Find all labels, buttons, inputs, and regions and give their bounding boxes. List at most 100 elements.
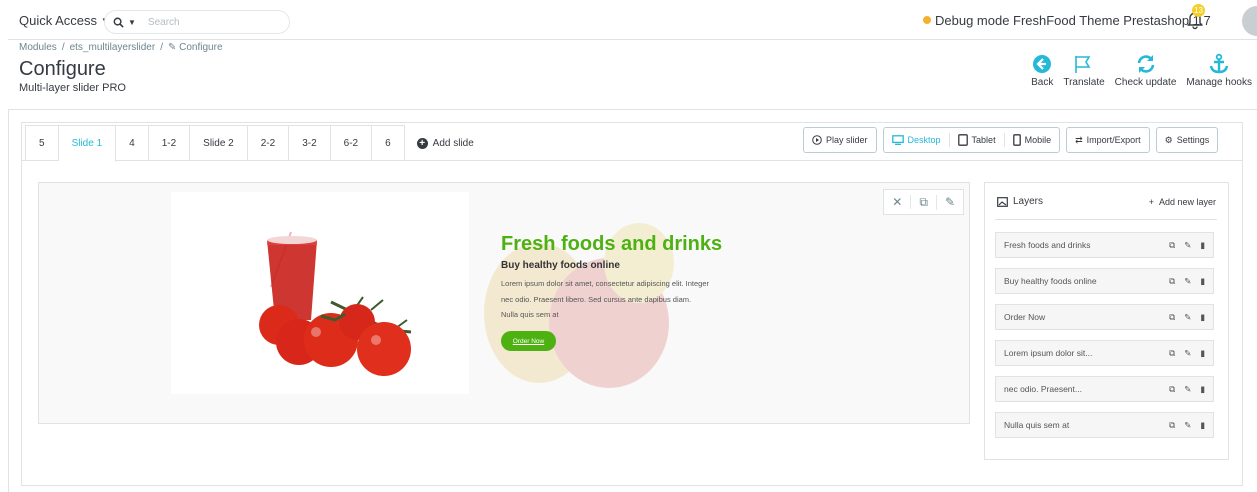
search-caret-icon[interactable]: ▼ bbox=[128, 18, 136, 27]
layer-item[interactable]: Buy healthy foods online ⧉ ✎ ▮ bbox=[995, 268, 1214, 294]
copy-icon[interactable]: ⧉ bbox=[1169, 276, 1175, 287]
slide-heading[interactable]: Fresh foods and drinks bbox=[501, 233, 722, 256]
copy-icon[interactable]: ⧉ bbox=[911, 194, 937, 210]
notification-badge: 13 bbox=[1192, 4, 1205, 17]
manage-hooks-label: Manage hooks bbox=[1186, 77, 1252, 88]
copy-icon[interactable]: ⧉ bbox=[1169, 348, 1175, 359]
tab-slide-1[interactable]: Slide 1 bbox=[58, 125, 117, 162]
slide-tabs: 5 Slide 1 4 1-2 Slide 2 2-2 3-2 6-2 6 + … bbox=[25, 123, 486, 162]
layer-item[interactable]: Fresh foods and drinks ⧉ ✎ ▮ bbox=[995, 232, 1214, 258]
breadcrumb-module-name[interactable]: ets_multilayerslider bbox=[70, 42, 156, 53]
trash-icon[interactable]: ▮ bbox=[1200, 348, 1205, 359]
settings-button[interactable]: ⚙ Settings bbox=[1155, 127, 1219, 153]
add-new-layer-button[interactable]: + Add new layer bbox=[1149, 197, 1216, 207]
trash-icon[interactable]: ▮ bbox=[1200, 312, 1205, 323]
layer-item[interactable]: Order Now ⧉ ✎ ▮ bbox=[995, 304, 1214, 330]
layers-panel: Layers + Add new layer Fresh foods and d… bbox=[984, 182, 1229, 460]
editor-actions: Play slider Desktop Tablet Mobile ⇄ Impo… bbox=[803, 127, 1219, 153]
trash-icon[interactable]: ▮ bbox=[1200, 420, 1205, 431]
desktop-label: Desktop bbox=[907, 135, 941, 145]
image-icon bbox=[997, 196, 1008, 207]
copy-icon[interactable]: ⧉ bbox=[1169, 420, 1175, 431]
slide-text-line-1[interactable]: Lorem ipsum dolor sit amet, consectetur … bbox=[501, 279, 761, 288]
mobile-icon bbox=[1012, 134, 1021, 146]
play-slider-button[interactable]: Play slider bbox=[803, 127, 877, 153]
close-icon[interactable]: ✕ bbox=[884, 195, 912, 209]
pencil-icon[interactable]: ✎ bbox=[937, 195, 963, 209]
check-update-label: Check update bbox=[1114, 77, 1177, 88]
tablet-button[interactable]: Tablet bbox=[950, 133, 1005, 147]
page-title: Configure bbox=[19, 58, 106, 80]
device-switcher: Desktop Tablet Mobile bbox=[882, 127, 1061, 153]
pencil-icon[interactable]: ✎ bbox=[1184, 312, 1191, 323]
quick-access-menu[interactable]: Quick Access ▼ bbox=[19, 13, 109, 28]
page-toolbar: Back Translate Check update Manage hooks bbox=[1026, 51, 1257, 88]
layer-label: nec odio. Praesent... bbox=[1004, 384, 1082, 394]
trash-icon[interactable]: ▮ bbox=[1200, 240, 1205, 251]
tab-6[interactable]: 6 bbox=[372, 125, 405, 161]
back-arrow-icon bbox=[1033, 55, 1052, 73]
tab-6-2[interactable]: 6-2 bbox=[330, 125, 373, 161]
layers-divider bbox=[995, 219, 1217, 220]
flag-icon bbox=[1075, 56, 1091, 73]
tablet-icon bbox=[957, 134, 968, 146]
check-update-button[interactable]: Check update bbox=[1110, 51, 1182, 88]
breadcrumb-separator: / bbox=[61, 42, 65, 53]
manage-hooks-button[interactable]: Manage hooks bbox=[1181, 51, 1257, 88]
avatar[interactable] bbox=[1242, 6, 1257, 36]
layer-item[interactable]: Nulla quis sem at ⧉ ✎ ▮ bbox=[995, 412, 1214, 438]
layer-label: Fresh foods and drinks bbox=[1004, 240, 1091, 250]
slide-text-line-3[interactable]: Nulla quis sem at bbox=[501, 310, 761, 319]
desktop-icon bbox=[891, 135, 904, 145]
mobile-button[interactable]: Mobile bbox=[1005, 133, 1060, 147]
tab-1-2[interactable]: 1-2 bbox=[148, 125, 191, 161]
anchor-icon bbox=[1210, 53, 1229, 74]
breadcrumb-modules[interactable]: Modules bbox=[19, 42, 57, 53]
top-header: Quick Access ▼ ▼ Debug mode FreshFood Th… bbox=[8, 0, 1257, 40]
search-bar[interactable]: ▼ bbox=[104, 10, 290, 34]
search-icon[interactable] bbox=[113, 17, 124, 28]
play-circle-icon bbox=[812, 135, 822, 145]
trash-icon[interactable]: ▮ bbox=[1200, 276, 1205, 287]
trash-icon[interactable]: ▮ bbox=[1200, 384, 1205, 395]
back-label: Back bbox=[1031, 77, 1054, 88]
pencil-icon[interactable]: ✎ bbox=[1184, 348, 1191, 359]
order-now-button[interactable]: Order Now bbox=[501, 331, 556, 351]
copy-icon[interactable]: ⧉ bbox=[1169, 384, 1175, 395]
layers-title: Layers bbox=[1013, 196, 1044, 207]
import-export-label: Import/Export bbox=[1086, 135, 1141, 145]
tab-3-2[interactable]: 3-2 bbox=[289, 125, 331, 161]
slider-editor-panel: 5 Slide 1 4 1-2 Slide 2 2-2 3-2 6-2 6 + … bbox=[21, 122, 1243, 486]
tab-5[interactable]: 5 bbox=[25, 125, 59, 161]
plus-icon: + bbox=[1148, 197, 1154, 207]
copy-icon[interactable]: ⧉ bbox=[1169, 240, 1175, 251]
breadcrumb-configure[interactable]: ✎ Configure bbox=[168, 42, 223, 53]
tab-2-2[interactable]: 2-2 bbox=[247, 125, 290, 161]
back-button[interactable]: Back bbox=[1026, 51, 1058, 88]
tomato-juice-image bbox=[171, 192, 469, 394]
debug-mode-label[interactable]: Debug mode bbox=[935, 13, 1009, 28]
import-export-button[interactable]: ⇄ Import/Export bbox=[1066, 127, 1150, 153]
layer-item[interactable]: Lorem ipsum dolor sit... ⧉ ✎ ▮ bbox=[995, 340, 1214, 366]
pencil-icon[interactable]: ✎ bbox=[1184, 420, 1191, 431]
translate-button[interactable]: Translate bbox=[1058, 51, 1109, 88]
slide-canvas[interactable]: Fresh foods and drinks Buy healthy foods… bbox=[38, 182, 970, 424]
breadcrumb: Modules / ets_multilayerslider / ✎ Confi… bbox=[19, 42, 223, 53]
tab-slide-2[interactable]: Slide 2 bbox=[190, 125, 248, 161]
layer-label: Lorem ipsum dolor sit... bbox=[1004, 348, 1093, 358]
add-slide-label: Add slide bbox=[432, 137, 474, 149]
slide-text-line-2[interactable]: nec odio. Praesent libero. Sed cursus an… bbox=[501, 295, 761, 304]
refresh-icon bbox=[1137, 55, 1154, 73]
pencil-icon[interactable]: ✎ bbox=[1184, 276, 1191, 287]
pencil-icon[interactable]: ✎ bbox=[1184, 240, 1191, 251]
pencil-icon[interactable]: ✎ bbox=[1184, 384, 1191, 395]
desktop-button[interactable]: Desktop bbox=[884, 133, 950, 147]
copy-icon[interactable]: ⧉ bbox=[1169, 312, 1175, 323]
gear-icon: ⚙ bbox=[1164, 134, 1173, 145]
shop-name-link[interactable]: FreshFood Theme Prestashop 1.7 bbox=[1013, 13, 1211, 28]
tab-4[interactable]: 4 bbox=[116, 125, 149, 161]
slide-subheading[interactable]: Buy healthy foods online bbox=[501, 260, 620, 271]
search-input[interactable] bbox=[139, 16, 270, 28]
layer-item[interactable]: nec odio. Praesent... ⧉ ✎ ▮ bbox=[995, 376, 1214, 402]
add-slide-button[interactable]: + Add slide bbox=[405, 125, 486, 161]
